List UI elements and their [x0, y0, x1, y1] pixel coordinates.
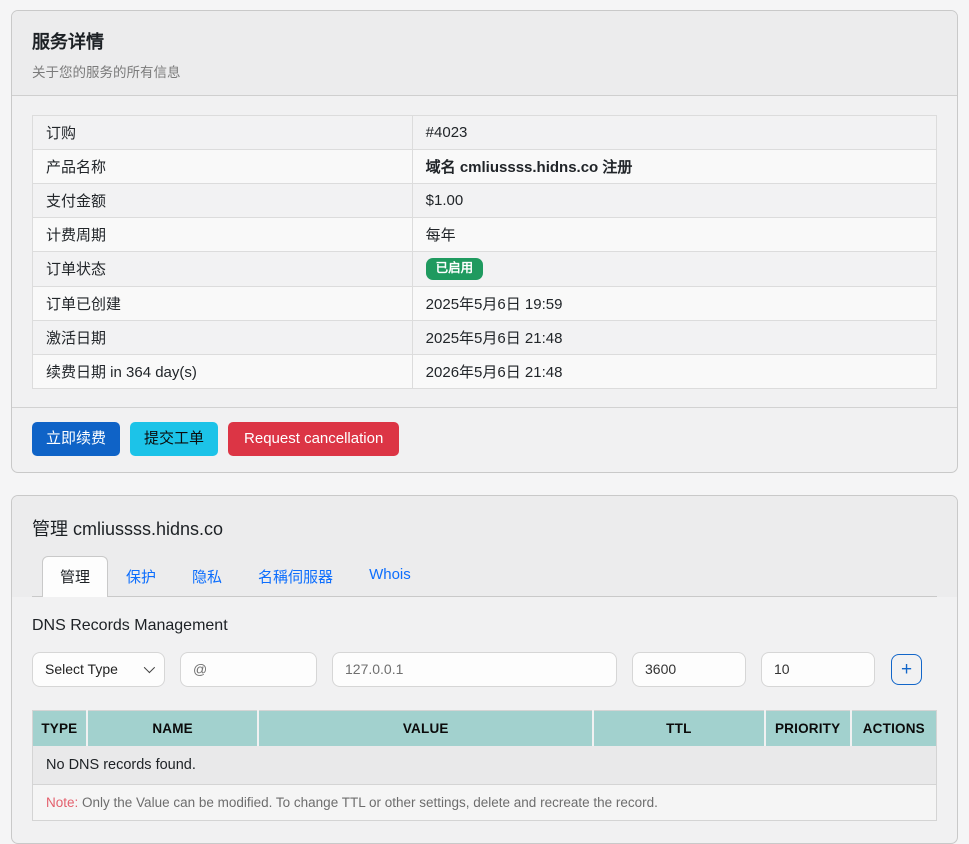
table-row: 续费日期 in 364 day(s) 2026年5月6日 21:48 [33, 354, 937, 388]
row-value-created: 2025年5月6日 19:59 [412, 286, 936, 320]
col-header-actions: ACTIONS [851, 710, 937, 746]
row-label-order: 订购 [33, 116, 413, 150]
row-value-activated: 2025年5月6日 21:48 [412, 320, 936, 354]
row-value-order: #4023 [412, 116, 936, 150]
dns-management-body: DNS Records Management Select Type + TYP… [12, 597, 957, 843]
tab-protection[interactable]: 保护 [108, 556, 174, 597]
table-row: 订购 #4023 [33, 116, 937, 150]
add-record-button[interactable]: + [891, 654, 922, 685]
row-label-activated: 激活日期 [33, 320, 413, 354]
dns-records-table: TYPE NAME VALUE TTL PRIORITY ACTIONS No … [32, 710, 937, 821]
dns-section-title: DNS Records Management [32, 617, 937, 635]
row-label-cycle: 计费周期 [33, 218, 413, 252]
table-row: 计费周期 每年 [33, 218, 937, 252]
page-subtitle: 关于您的服务的所有信息 [32, 61, 937, 81]
table-row: 激活日期 2025年5月6日 21:48 [33, 320, 937, 354]
manage-title: 管理 cmliussss.hidns.co [32, 515, 937, 541]
dns-table-header-row: TYPE NAME VALUE TTL PRIORITY ACTIONS [33, 710, 937, 746]
status-badge: 已启用 [426, 258, 484, 280]
manage-domain-card: 管理 cmliussss.hidns.co 管理 保护 隐私 名稱伺服器 Who… [11, 495, 958, 844]
dns-empty-row: No DNS records found. [33, 746, 937, 785]
manage-header: 管理 cmliussss.hidns.co 管理 保护 隐私 名稱伺服器 Who… [12, 496, 957, 597]
row-label-renewal: 续费日期 in 364 day(s) [33, 354, 413, 388]
col-header-priority: PRIORITY [765, 710, 851, 746]
record-value-input[interactable] [332, 652, 617, 687]
page-title: 服务详情 [32, 28, 937, 54]
table-row: 支付金额 $1.00 [33, 184, 937, 218]
service-details-body: 订购 #4023 产品名称 域名 cmliussss.hidns.co 注册 支… [12, 96, 957, 407]
table-row: 订单已创建 2025年5月6日 19:59 [33, 286, 937, 320]
request-cancellation-button[interactable]: Request cancellation [228, 422, 399, 456]
page: 服务详情 关于您的服务的所有信息 订购 #4023 产品名称 域名 cmlius… [0, 0, 969, 838]
service-details-table: 订购 #4023 产品名称 域名 cmliussss.hidns.co 注册 支… [32, 115, 937, 389]
row-label-created: 订单已创建 [33, 286, 413, 320]
tab-nameservers[interactable]: 名稱伺服器 [240, 556, 351, 597]
tab-privacy[interactable]: 隐私 [174, 556, 240, 597]
col-header-name: NAME [87, 710, 259, 746]
row-label-amount: 支付金额 [33, 184, 413, 218]
note-text: Only the Value can be modified. To chang… [78, 795, 658, 810]
dns-add-record-form: Select Type + [32, 652, 937, 687]
service-details-header: 服务详情 关于您的服务的所有信息 [12, 11, 957, 96]
renew-now-button[interactable]: 立即续费 [32, 422, 120, 456]
service-actions: 立即续费 提交工单 Request cancellation [12, 407, 957, 472]
manage-tabs: 管理 保护 隐私 名稱伺服器 Whois [32, 556, 937, 597]
tab-whois[interactable]: Whois [351, 556, 429, 597]
table-row: 订单状态 已启用 [33, 252, 937, 287]
note-label: Note: [46, 795, 78, 810]
row-value-status: 已启用 [412, 252, 936, 287]
row-value-cycle: 每年 [412, 218, 936, 252]
record-ttl-input[interactable] [632, 652, 746, 687]
row-label-status: 订单状态 [33, 252, 413, 287]
record-type-select[interactable]: Select Type [32, 652, 165, 687]
submit-ticket-button[interactable]: 提交工单 [130, 422, 218, 456]
tab-manage[interactable]: 管理 [42, 556, 108, 597]
row-value-product: 域名 cmliussss.hidns.co 注册 [412, 150, 936, 184]
row-value-amount: $1.00 [412, 184, 936, 218]
plus-icon: + [901, 660, 912, 679]
record-priority-input[interactable] [761, 652, 875, 687]
record-name-input[interactable] [180, 652, 317, 687]
table-row: 产品名称 域名 cmliussss.hidns.co 注册 [33, 150, 937, 184]
col-header-type: TYPE [33, 710, 87, 746]
col-header-value: VALUE [258, 710, 592, 746]
chevron-down-icon [144, 662, 155, 673]
dns-empty-message: No DNS records found. [33, 746, 937, 785]
row-value-renewal: 2026年5月6日 21:48 [412, 354, 936, 388]
row-label-product: 产品名称 [33, 150, 413, 184]
dns-note-cell: Note: Only the Value can be modified. To… [33, 784, 937, 820]
service-details-card: 服务详情 关于您的服务的所有信息 订购 #4023 产品名称 域名 cmlius… [11, 10, 958, 473]
record-type-selected-value: Select Type [45, 661, 118, 677]
col-header-ttl: TTL [593, 710, 765, 746]
dns-note-row: Note: Only the Value can be modified. To… [33, 784, 937, 820]
